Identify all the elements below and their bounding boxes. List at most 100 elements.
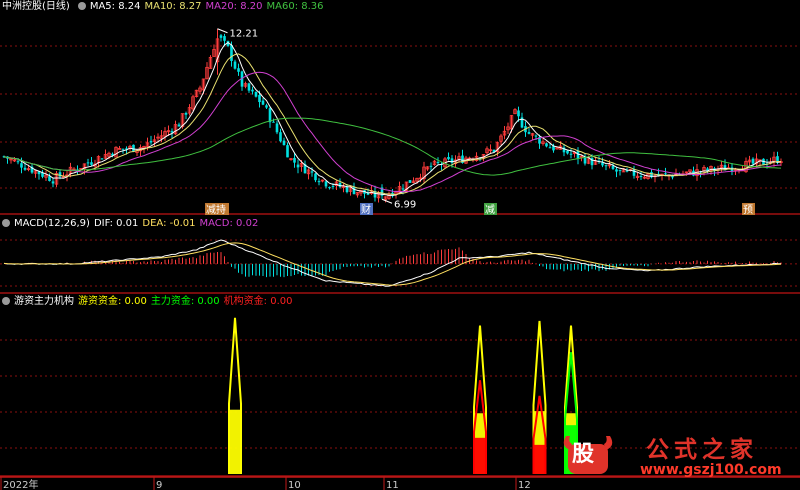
moving-average-lines <box>3 42 782 197</box>
dea-label: DEA: -0.01 <box>142 218 196 229</box>
candle-body <box>20 163 23 168</box>
candle-body <box>632 169 636 176</box>
ma5-line <box>3 42 782 197</box>
candle-body <box>345 186 349 193</box>
candle-body <box>286 145 289 158</box>
youzi-spike-fill <box>229 409 241 474</box>
dif-label: DIF: 0.01 <box>93 218 139 229</box>
event-marker-label: 减 <box>485 204 495 216</box>
candle-body <box>601 162 604 166</box>
candle-body <box>566 150 569 154</box>
candle-body <box>275 123 279 133</box>
candle-body <box>233 61 237 69</box>
x-axis-label: 9 <box>156 480 162 490</box>
candlestick-series[interactable] <box>2 28 783 203</box>
candle-body <box>314 173 317 181</box>
candle-body <box>149 141 153 143</box>
price-legend: 中洲控股(日线) MA5: 8.24 MA10: 8.27 MA20: 8.20 MA6… <box>0 0 328 14</box>
candle-body <box>408 180 412 183</box>
candle-body <box>272 121 275 123</box>
candle-body <box>282 140 286 146</box>
candle-body <box>258 95 261 103</box>
high-price-label: 12.21 <box>230 29 259 40</box>
candle-body <box>121 148 125 150</box>
settings-dot-icon[interactable] <box>77 2 86 10</box>
candle-body <box>331 185 335 187</box>
candle-body <box>219 35 223 38</box>
candle-body <box>251 89 254 92</box>
settings-dot-icon[interactable] <box>2 297 10 305</box>
candle-body <box>16 161 20 163</box>
candle-body <box>230 45 233 61</box>
candle-body <box>261 100 265 105</box>
candle-body <box>569 153 573 155</box>
settings-dot-icon[interactable] <box>2 219 10 227</box>
ma20-label: MA20: 8.20 <box>205 1 263 12</box>
candle-body <box>615 169 618 172</box>
candle-body <box>296 164 300 168</box>
candle-body <box>265 105 268 108</box>
ma5-label: MA5: 8.24 <box>89 1 141 12</box>
candle-body <box>324 181 328 187</box>
x-axis-label: 2022年 <box>3 478 38 490</box>
macd-title: MACD(12,26,9) <box>14 218 90 229</box>
watermark-title: 公式之家 <box>646 437 758 463</box>
high-pointer <box>217 28 228 34</box>
ma60-line <box>3 117 782 176</box>
youzi-label: 游资资金: 0.00 <box>78 296 147 307</box>
candle-body <box>48 176 51 182</box>
candle-body <box>310 171 314 173</box>
candle-body <box>223 36 226 41</box>
candle-body <box>534 135 538 137</box>
x-axis-label: 12 <box>518 480 531 490</box>
candle-body <box>328 187 331 189</box>
candle-body <box>177 124 181 127</box>
candle-body <box>247 83 251 91</box>
low-price-label: 6.99 <box>394 199 416 210</box>
candle-body <box>751 158 755 164</box>
chart-canvas[interactable]: 12.21 6.99 减持 财 减 预 2022年 9 10 11 12 <box>0 0 800 490</box>
candle-body <box>545 143 548 147</box>
macd-legend: MACD(12,26,9) DIF: 0.01 DEA: -0.01 MACD: 0.… <box>0 217 262 231</box>
chart-labels: 12.21 6.99 减持 财 减 预 2022年 9 10 11 12 <box>0 28 755 490</box>
macd-value-label: MACD: 0.02 <box>199 218 259 229</box>
candle-body <box>86 162 90 164</box>
candle-body <box>548 147 552 149</box>
x-axis-label: 11 <box>386 480 399 490</box>
event-marker-label: 预 <box>743 204 753 216</box>
candle-body <box>447 156 450 160</box>
candle-body <box>604 165 608 167</box>
candle-body <box>51 181 55 184</box>
x-axis-label: 10 <box>288 480 301 490</box>
candle-body <box>618 169 622 171</box>
zhuli-label: 主力资金: 0.00 <box>150 296 220 307</box>
fund-flow-series <box>228 317 578 474</box>
candle-body <box>268 108 272 123</box>
jigou-label: 机构资金: 0.00 <box>223 296 293 307</box>
macd-series <box>3 239 782 287</box>
watermark-logo-text: 股 <box>572 442 595 467</box>
watermark-url: www.gszj100.com <box>640 462 782 478</box>
candle-body <box>401 188 405 190</box>
stock-title: 中洲控股(日线) <box>2 1 70 12</box>
candle-body <box>23 167 27 170</box>
candle-body <box>237 68 240 72</box>
event-marker-label: 减持 <box>206 203 226 216</box>
ma10-label: MA10: 8.27 <box>144 1 202 12</box>
dif-line <box>3 239 781 287</box>
ma60-label: MA60: 8.36 <box>266 1 324 12</box>
candle-body <box>436 161 440 164</box>
candle-body <box>100 158 104 160</box>
event-marker-label: 财 <box>361 203 371 216</box>
fund-legend: 游资主力机构 游资资金: 0.00 主力资金: 0.00 机构资金: 0.00 <box>0 295 296 309</box>
candle-body <box>625 170 629 172</box>
watermark: 股 公式之家 www.gszj100.com <box>558 430 792 486</box>
candle-body <box>254 91 258 97</box>
candle-body <box>527 132 531 134</box>
jigou-spike-fill <box>474 437 486 474</box>
candle-body <box>429 165 433 167</box>
candle-body <box>279 132 282 142</box>
candle-body <box>90 162 93 165</box>
candle-body <box>664 173 667 175</box>
candle-body <box>293 157 296 163</box>
